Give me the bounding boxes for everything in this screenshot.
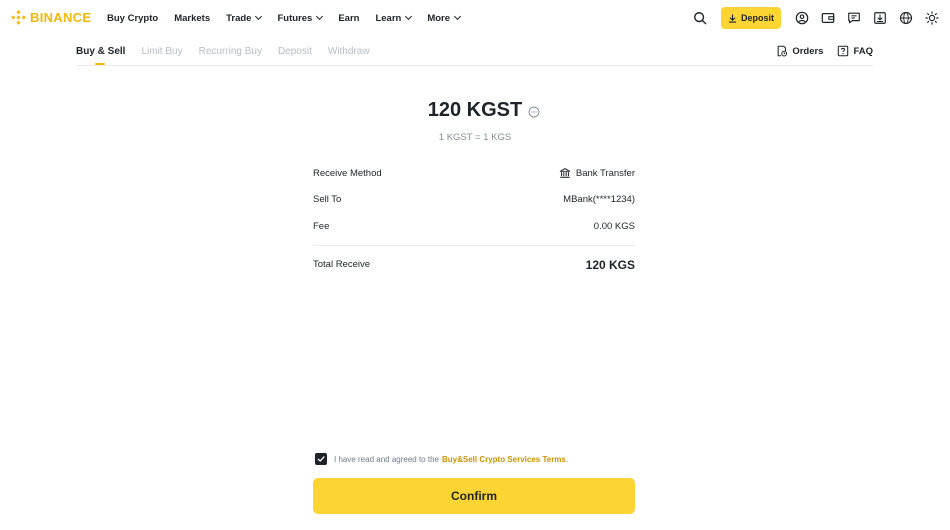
- nav-label: More: [427, 12, 451, 24]
- orders-icon: [777, 45, 788, 57]
- nav-futures[interactable]: Futures: [277, 12, 324, 24]
- nav-markets[interactable]: Markets: [174, 13, 210, 24]
- nav-label: Learn: [375, 12, 402, 24]
- order-details: Receive Method Bank Transfer Sell To MBa…: [313, 160, 635, 278]
- more-options-icon[interactable]: [528, 106, 540, 118]
- sell-amount: 120 KGST: [427, 99, 523, 121]
- sub-actions: Orders FAQ: [762, 45, 873, 57]
- chevron-down-icon: [316, 12, 324, 21]
- deposit-button[interactable]: Deposit: [720, 7, 781, 29]
- wallet-icon[interactable]: [820, 10, 836, 26]
- nav-learn[interactable]: Learn: [375, 12, 413, 24]
- tab-deposit[interactable]: Deposit: [278, 46, 312, 57]
- nav-earn[interactable]: Earn: [338, 13, 359, 24]
- faq-icon: [838, 45, 849, 57]
- faq-label: FAQ: [853, 45, 873, 57]
- receive-method-value: Bank Transfer: [575, 167, 635, 179]
- chevron-down-icon: [405, 12, 413, 21]
- tab-buy-sell[interactable]: Buy & Sell: [76, 46, 125, 65]
- sub-navigation: Buy & Sell Limit Buy Recurring Buy Depos…: [76, 37, 873, 66]
- theme-toggle-icon[interactable]: [924, 10, 940, 26]
- faq-link[interactable]: FAQ: [837, 45, 873, 57]
- nav-trade[interactable]: Trade: [226, 12, 263, 24]
- download-icon: [728, 13, 737, 23]
- top-navigation: BINANCE Buy Crypto Markets Trade Futures…: [0, 0, 950, 36]
- sell-to-label: Sell To: [313, 194, 342, 206]
- tab-recurring-buy[interactable]: Recurring Buy: [199, 46, 262, 57]
- search-icon[interactable]: [692, 10, 708, 26]
- nav-label: Earn: [338, 12, 360, 24]
- terms-agreement: I have read and agreed to the Buy&Sell C…: [315, 453, 568, 465]
- chevron-down-icon: [453, 12, 462, 21]
- binance-logo-icon: [11, 10, 26, 25]
- fee-row: Fee 0.00 KGS: [313, 213, 635, 240]
- checkmark-icon: [317, 456, 325, 462]
- orders-label: Orders: [792, 45, 824, 57]
- terms-suffix: .: [565, 454, 569, 464]
- tab-withdraw[interactable]: Withdraw: [328, 46, 370, 57]
- terms-link[interactable]: Buy&Sell Crypto Services Terms: [442, 455, 566, 464]
- sub-tabs: Buy & Sell Limit Buy Recurring Buy Depos…: [76, 46, 386, 65]
- receive-method-row: Receive Method Bank Transfer: [313, 160, 635, 187]
- fee-label: Fee: [313, 220, 330, 232]
- nav-label: Futures: [277, 12, 313, 24]
- terms-checkbox[interactable]: [315, 453, 327, 465]
- tab-limit-buy[interactable]: Limit Buy: [141, 46, 182, 57]
- brand-name: BINANCE: [30, 10, 92, 25]
- binance-logo[interactable]: BINANCE: [11, 10, 91, 25]
- nav-buy-crypto[interactable]: Buy Crypto: [107, 13, 158, 24]
- main-menu: Buy Crypto Markets Trade Futures Earn Le…: [107, 0, 476, 36]
- messages-icon[interactable]: [846, 10, 862, 26]
- sell-to-value: MBank(****1234): [563, 194, 635, 206]
- receive-method-label: Receive Method: [313, 167, 382, 179]
- deposit-button-label: Deposit: [740, 13, 774, 23]
- globe-icon[interactable]: [898, 10, 914, 26]
- nav-actions: Deposit: [692, 0, 940, 36]
- chevron-down-icon: [255, 12, 263, 21]
- total-receive-row: Total Receive 120 KGS: [313, 252, 635, 279]
- sell-to-row: Sell To MBank(****1234): [313, 187, 635, 214]
- confirm-button[interactable]: Confirm: [313, 478, 635, 514]
- nav-label: Markets: [174, 12, 211, 24]
- terms-text: I have read and agreed to the: [334, 454, 439, 464]
- app-download-icon[interactable]: [872, 10, 888, 26]
- exchange-rate: 1 KGST = 1 KGS: [438, 132, 512, 143]
- fee-value: 0.00 KGS: [593, 220, 635, 232]
- divider: [313, 244, 635, 246]
- nav-label: Trade: [226, 12, 252, 24]
- profile-icon[interactable]: [794, 10, 810, 26]
- total-receive-value: 120 KGS: [585, 257, 635, 272]
- total-receive-label: Total Receive: [313, 259, 371, 271]
- amount-header: 120 KGST: [0, 99, 950, 122]
- nav-more[interactable]: More: [427, 12, 462, 24]
- nav-label: Buy Crypto: [107, 12, 159, 24]
- orders-link[interactable]: Orders: [776, 45, 823, 57]
- bank-icon: [559, 168, 571, 179]
- receive-method-value-wrap: Bank Transfer: [559, 167, 635, 179]
